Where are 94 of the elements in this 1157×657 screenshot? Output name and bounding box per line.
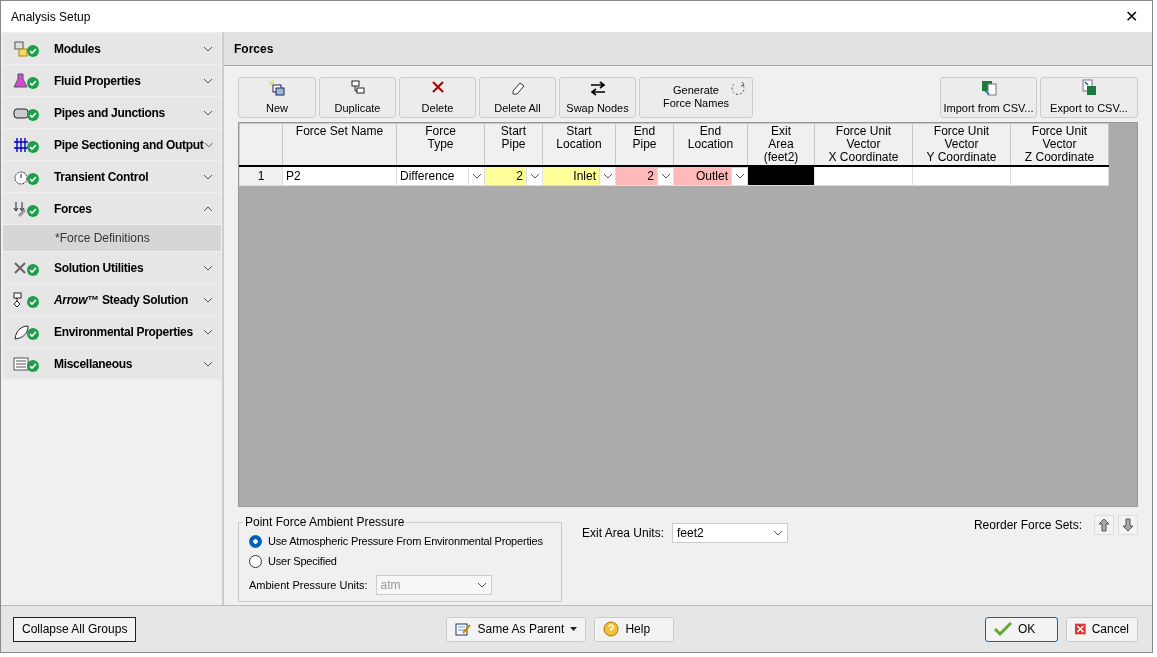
list-check-icon (13, 354, 40, 373)
column-header: Force Unit Vector Z Coordinate (1010, 123, 1109, 166)
down-arrow-icon (1122, 518, 1134, 532)
field-label: Ambient Pressure Units: (249, 577, 368, 593)
chevron-down-icon (203, 296, 213, 303)
chevron-down-icon (203, 360, 213, 367)
flowchart-check-icon (13, 290, 40, 309)
chevron-down-icon (203, 77, 213, 84)
modules-check-icon (13, 39, 40, 58)
column-header: Start Pipe (484, 123, 543, 166)
column-header: Force Unit Vector X Coordinate (814, 123, 913, 166)
cancel-button[interactable]: Cancel (1066, 616, 1138, 642)
parent-dropdown[interactable]: Same As Parent (446, 616, 587, 642)
chevron-up-icon (203, 205, 213, 212)
chevron-down-icon (529, 173, 540, 179)
column-header: End Pipe (615, 123, 674, 166)
table-cell-text: Inlet (572, 168, 597, 185)
chevron-down-icon (203, 328, 213, 335)
sidebar-group-header[interactable]: Transient Control (3, 161, 221, 192)
chevron-down-icon (203, 141, 213, 148)
toolbar-button[interactable]: Export to CSV... (1040, 77, 1138, 118)
spreadsheet-import-icon (979, 79, 998, 97)
panel-title: Forces (224, 32, 1152, 66)
toolbar-button[interactable]: Import from CSV... (940, 77, 1037, 118)
toolbar-button[interactable]: Swap Nodes (559, 77, 636, 118)
dropdown-button[interactable] (526, 167, 542, 185)
chevron-down-icon (734, 173, 745, 179)
new-icon (268, 79, 286, 97)
checkmark-icon (994, 622, 1012, 636)
column-header: End Location (673, 123, 748, 166)
toolbar-button[interactable]: Generate Force Names (639, 77, 753, 118)
toolbar-button[interactable]: New (238, 77, 316, 118)
sidebar-group-header[interactable]: Pipes and Junctions (3, 97, 221, 128)
help-icon (603, 621, 620, 637)
field-label: Reorder Force Sets: (973, 517, 1082, 534)
move-down-button[interactable] (1118, 515, 1138, 535)
column-header: Force Set Name (282, 123, 397, 166)
close-button[interactable]: ✕ (1121, 4, 1142, 29)
column-header: Start Location (542, 123, 616, 166)
field-label: Exit Area Units: (582, 525, 665, 542)
grid-check-icon (13, 135, 40, 154)
sidebar-group-header[interactable]: Fluid Properties (3, 65, 221, 96)
chevron-down-icon (773, 530, 784, 536)
table-cell-text: Outlet (695, 168, 729, 185)
ok-button[interactable]: OK (985, 616, 1058, 642)
sidebar-group-header[interactable]: Modules (3, 33, 221, 64)
units-dropdown[interactable]: feet2 (672, 523, 789, 543)
dropdown-button[interactable] (731, 167, 747, 185)
sidebar-group-header[interactable]: Arrow™ Steady Solution (3, 284, 221, 315)
table-cell-text: 2 (515, 168, 524, 185)
arrows-check-icon (13, 199, 40, 218)
chevron-down-icon (602, 173, 613, 179)
sidebar-group-header[interactable]: Forces (3, 193, 221, 224)
row-number: 1 (239, 166, 283, 186)
radio-button[interactable]: Use Atmospheric Pressure From Environmental Properties (249, 531, 553, 551)
chevron-down-icon (203, 109, 213, 116)
group-title: Point Force Ambient Pressure (244, 515, 406, 529)
leaf-check-icon (13, 322, 40, 341)
column-header: Force Type (396, 123, 485, 166)
caret-icon (570, 627, 578, 631)
dropdown-button[interactable] (599, 167, 615, 185)
cancel-x-icon (1075, 622, 1086, 636)
table-cell-text: Difference (399, 168, 456, 185)
radio-button[interactable]: User Specified (249, 551, 553, 571)
up-arrow-icon (1098, 518, 1110, 532)
dropdown-button[interactable] (657, 167, 673, 185)
chevron-down-icon (203, 45, 213, 52)
chevron-down-icon (476, 582, 487, 588)
column-header: Exit Area (feet2) (747, 123, 815, 166)
move-up-button[interactable] (1094, 515, 1114, 535)
sidebar-item[interactable]: *Force Definitions (3, 225, 221, 251)
toolbar-button[interactable]: Delete All (479, 77, 556, 118)
sidebar-group-header[interactable]: Solution Utilities (3, 252, 221, 283)
notepad-icon (455, 622, 472, 636)
chevron-down-icon (203, 264, 213, 271)
column-header: Force Unit Vector Y Coordinate (912, 123, 1011, 166)
table-cell-text: 2 (646, 168, 655, 185)
spreadsheet-export-icon (1080, 79, 1098, 97)
window-title: Analysis Setup (11, 8, 91, 26)
chevron-down-icon (660, 173, 671, 179)
sidebar-group-header[interactable]: Miscellaneous (3, 348, 221, 379)
chevron-down-icon (471, 173, 482, 179)
help-button[interactable]: Help (594, 616, 675, 642)
sidebar-group-header[interactable]: Pipe Sectioning and Output (3, 129, 221, 160)
chevron-down-icon (203, 173, 213, 180)
flask-check-icon (13, 71, 40, 90)
collapse-button[interactable]: Collapse All Groups (13, 616, 137, 642)
duplicate-icon (348, 79, 367, 97)
toolbar-button[interactable]: Delete (399, 77, 476, 118)
toolbar-button[interactable]: Duplicate (319, 77, 396, 118)
table-cell-text: P2 (285, 168, 302, 185)
swap-arrows-icon (588, 79, 607, 97)
sidebar-group-header[interactable]: Environmental Properties (3, 316, 221, 347)
dropdown-button[interactable] (468, 167, 484, 185)
